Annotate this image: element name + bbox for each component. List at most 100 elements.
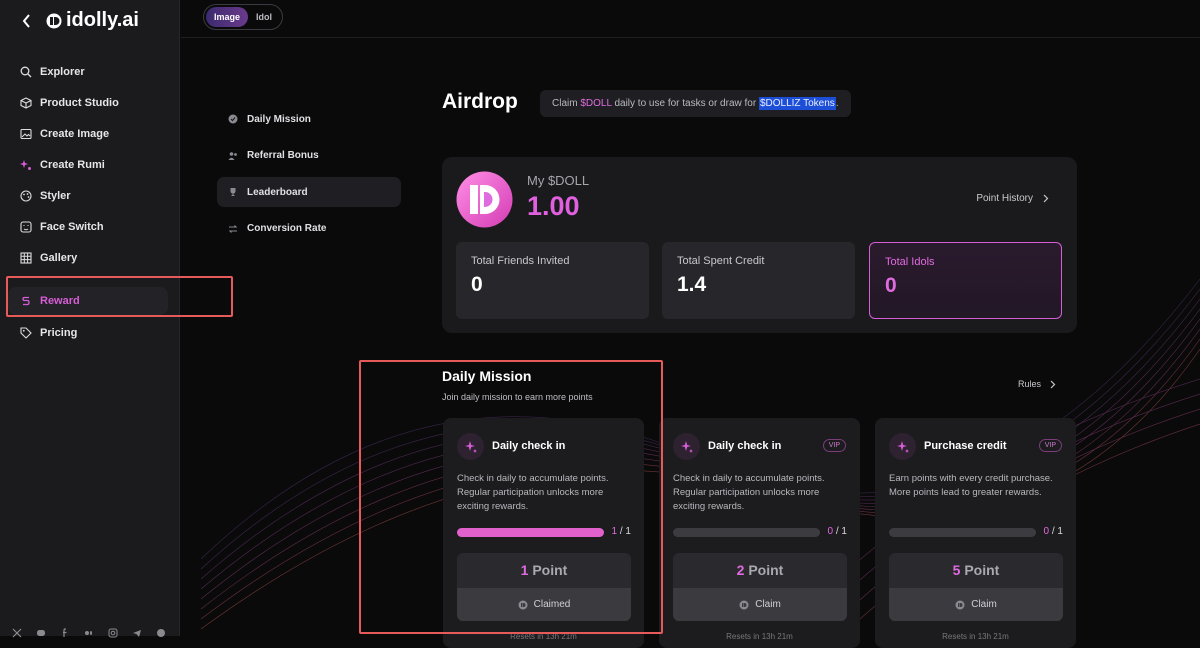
stat-friends-invited: Total Friends Invited 0: [456, 242, 649, 319]
vip-badge: VIP: [1038, 439, 1062, 452]
progress-fill: [457, 528, 604, 537]
subnav-leaderboard[interactable]: Leaderboard: [217, 177, 401, 207]
daily-mission-subtitle: Join daily mission to earn more points: [442, 392, 593, 402]
banner-text: .: [835, 98, 839, 109]
brand-name: idolly.ai: [66, 9, 139, 31]
rules-link[interactable]: Rules: [1018, 379, 1056, 389]
instagram-icon[interactable]: [108, 625, 118, 638]
mission-description: Check in daily to accumulate points. Reg…: [673, 473, 825, 512]
toggle-idol[interactable]: Idol: [248, 7, 280, 27]
trophy-icon: [230, 188, 236, 196]
mission-progress-bar: [673, 528, 820, 537]
mission-card: Purchase credit VIP Earn points with eve…: [875, 418, 1076, 648]
mission-progress-bar: [457, 528, 604, 537]
facebook-icon[interactable]: [60, 625, 70, 637]
stat-label: Total Spent Credit: [677, 255, 765, 267]
box-icon: [20, 96, 32, 109]
face-switch-icon: [20, 220, 32, 233]
image-icon: [20, 128, 32, 139]
telegram-icon[interactable]: [132, 625, 142, 637]
sidebar-item-label: Face Switch: [40, 220, 104, 233]
search-icon: [20, 66, 32, 77]
chevron-right-icon: [1043, 194, 1049, 203]
mission-name: Daily check in: [492, 440, 566, 452]
logo[interactable]: idolly.ai: [46, 9, 139, 32]
points-box: 1 Point Claimed: [457, 553, 631, 621]
chevron-left-icon: [22, 13, 30, 28]
mission-description: Check in daily to accumulate points. Reg…: [457, 473, 609, 512]
button-label: Claim: [971, 599, 997, 610]
sidebar-item-label: Pricing: [40, 326, 78, 339]
github-icon[interactable]: [156, 625, 166, 637]
sidebar-item-label: Gallery: [40, 251, 78, 264]
doll-logo-icon: [456, 171, 513, 228]
subnav-daily-mission[interactable]: Daily Mission: [217, 104, 401, 134]
dolliz-token-link[interactable]: $DOLLIZ Tokens: [758, 97, 836, 110]
claim-button[interactable]: Claim: [889, 588, 1063, 621]
mission-card: Daily check in Check in daily to accumul…: [443, 418, 644, 648]
subnav-conversion-rate[interactable]: Conversion Rate: [217, 214, 401, 244]
points-unit: Point: [528, 562, 568, 578]
social-links: [12, 625, 166, 638]
stat-total-idols[interactable]: Total Idols 0: [869, 242, 1062, 319]
palette-icon: [20, 189, 32, 202]
mission-progress-count: 0 / 1: [1044, 526, 1063, 537]
sidebar-item-label: Create Rumi: [40, 158, 105, 171]
doll-coin-icon: [955, 600, 965, 609]
points-box: 2 Point Claim: [673, 553, 847, 621]
points-box: 5 Point Claim: [889, 553, 1063, 621]
button-label: Claimed: [533, 599, 571, 610]
progress-total: / 1: [617, 526, 631, 537]
sidebar-item-reward[interactable]: Reward: [8, 287, 168, 315]
mission-card: Daily check in VIP Check in daily to acc…: [659, 418, 860, 648]
reset-timer: Resets in 13h 21m: [942, 632, 1009, 641]
x-icon[interactable]: [12, 625, 22, 638]
sidebar-item-label: Product Studio: [40, 96, 119, 109]
points-value: 2 Point: [673, 553, 847, 588]
sparkle-icon: [889, 433, 916, 460]
reward-icon: [22, 296, 30, 306]
medium-icon[interactable]: [84, 625, 94, 635]
logo-icon: [46, 13, 62, 28]
stat-value: 0: [471, 273, 483, 296]
sidebar-item-styler[interactable]: Styler: [8, 180, 172, 211]
daily-mission-title: Daily Mission: [442, 368, 532, 384]
stat-value: 1.4: [677, 273, 707, 296]
page-title: Airdrop: [442, 90, 518, 113]
claim-button[interactable]: Claim: [673, 588, 847, 621]
sidebar-item-explorer[interactable]: Explorer: [8, 56, 172, 87]
sidebar-item-gallery[interactable]: Gallery: [8, 242, 172, 273]
progress-total: / 1: [833, 526, 847, 537]
discord-icon[interactable]: [36, 625, 46, 636]
check-circle-icon: [228, 114, 238, 124]
sidebar: idolly.ai Explorer Product Studio Create…: [0, 0, 180, 638]
banner-text: daily to use for tasks or draw for: [611, 98, 759, 109]
back-button[interactable]: [18, 11, 34, 31]
button-label: Claim: [755, 599, 781, 610]
sidebar-item-product-studio[interactable]: Product Studio: [8, 87, 172, 118]
sidebar-item-create-image[interactable]: Create Image: [8, 118, 172, 149]
sidebar-item-pricing[interactable]: Pricing: [8, 317, 172, 348]
sidebar-item-create-rumi[interactable]: Create Rumi: [8, 149, 172, 180]
mission-name: Purchase credit: [924, 440, 1007, 452]
rules-label: Rules: [1018, 379, 1042, 389]
claim-banner: Claim $DOLL daily to use for tasks or dr…: [540, 90, 851, 117]
mission-progress-count: 0 / 1: [828, 526, 847, 537]
points-value: 5 Point: [889, 553, 1063, 588]
stat-spent-credit: Total Spent Credit 1.4: [662, 242, 855, 319]
sidebar-item-label: Reward: [40, 295, 80, 307]
point-history-link[interactable]: Point History: [976, 193, 1049, 204]
sidebar-item-face-switch[interactable]: Face Switch: [8, 211, 172, 242]
mission-progress-bar: [889, 528, 1036, 537]
swap-icon: [228, 224, 238, 233]
subnav-referral-bonus[interactable]: Referral Bonus: [217, 141, 401, 171]
subnav-label: Referral Bonus: [247, 150, 319, 161]
points-value: 1 Point: [457, 553, 631, 588]
claimed-button[interactable]: Claimed: [457, 588, 631, 621]
doll-token-link[interactable]: $DOLL: [580, 98, 611, 109]
doll-coin-icon: [739, 600, 749, 609]
reset-timer: Resets in 13h 21m: [510, 632, 577, 641]
toggle-image[interactable]: Image: [206, 7, 249, 27]
subnav-label: Conversion Rate: [247, 223, 327, 234]
sparkle-icon: [457, 433, 484, 460]
